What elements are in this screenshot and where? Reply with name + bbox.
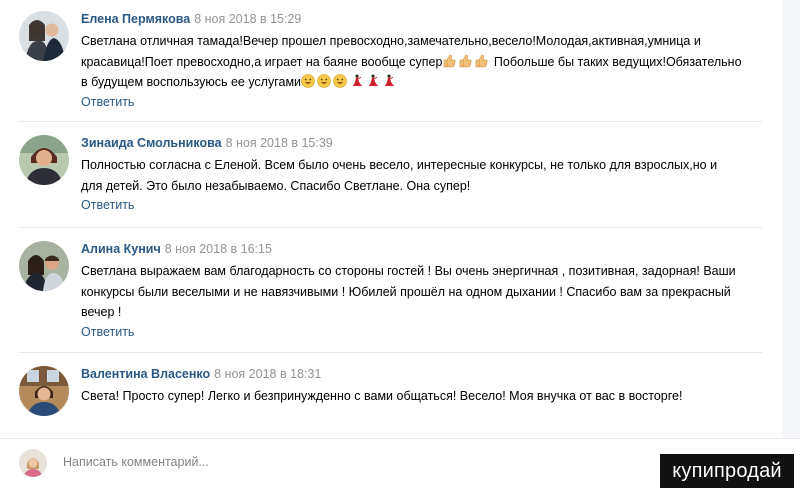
thumbs-up-icon [474, 54, 488, 68]
reply-button[interactable]: Ответить [81, 198, 134, 212]
scrollbar[interactable] [782, 0, 800, 438]
avatar[interactable] [19, 241, 69, 291]
comment-date[interactable]: 8 ноя 2018 в 15:29 [194, 12, 301, 26]
author-name[interactable]: Зинаида Смольникова [81, 136, 222, 150]
comment-body: Валентина Власенко 8 ноя 2018 в 18:31 Све… [81, 366, 762, 407]
author-name[interactable]: Валентина Власенко [81, 367, 210, 381]
avatar[interactable] [19, 11, 69, 61]
comment-header: Алина Кунич 8 ноя 2018 в 16:15 [81, 241, 762, 257]
thumbs-up-icon [442, 54, 456, 68]
comment-text-line: для детей. Это было незабываемо. Спасибо… [81, 178, 471, 193]
grin-smiley-icon [301, 74, 315, 88]
dancer-icon [381, 74, 395, 88]
author-name[interactable]: Алина Кунич [81, 242, 161, 256]
comment-text: Света! Просто супер! Легко и безпринужде… [81, 386, 762, 407]
comment-header: Валентина Власенко 8 ноя 2018 в 18:31 [81, 366, 762, 382]
comment-text: Светлана выражаем вам благодарность со с… [81, 261, 762, 323]
reply-button[interactable]: Ответить [81, 325, 134, 339]
comment: Алина Кунич 8 ноя 2018 в 16:15 Светлана в… [0, 228, 782, 351]
comment-text-line: конкурсы были веселыми и не навязчивыми … [81, 284, 731, 299]
current-user-avatar [19, 449, 47, 477]
comment: Елена Пермякова 8 ноя 2018 в 15:29 Светла… [0, 0, 782, 120]
comment-body: Елена Пермякова 8 ноя 2018 в 15:29 Светла… [81, 11, 762, 111]
comments-feed: Елена Пермякова 8 ноя 2018 в 15:29 Светла… [0, 0, 782, 438]
watermark-logo: купипродай [660, 454, 794, 488]
comment-body: Зинаида Смольникова 8 ноя 2018 в 15:39 По… [81, 135, 762, 214]
comment-header: Елена Пермякова 8 ноя 2018 в 15:29 [81, 11, 762, 27]
comment-text-line: вечер ! [81, 305, 122, 319]
comment-text-line: в будущем воспользуюсь ее услугами [81, 75, 302, 89]
avatar[interactable] [19, 135, 69, 185]
comment-text: Светлана отличная тамада!Вечер прошел пр… [81, 31, 762, 93]
author-name[interactable]: Елена Пермякова [81, 12, 190, 26]
comment-date[interactable]: 8 ноя 2018 в 16:15 [165, 242, 272, 256]
avatar[interactable] [19, 366, 69, 416]
comment-body: Алина Кунич 8 ноя 2018 в 16:15 Светлана в… [81, 241, 762, 341]
grin-smiley-icon [317, 74, 331, 88]
comment-text-line: Побольше бы таких ведущих!Обязательно [490, 54, 742, 69]
comment: Зинаида Смольникова 8 ноя 2018 в 15:39 По… [0, 122, 782, 227]
comment-header: Зинаида Смольникова 8 ноя 2018 в 15:39 [81, 135, 762, 151]
comment-date[interactable]: 8 ноя 2018 в 18:31 [214, 367, 321, 381]
dancer-icon [349, 74, 363, 88]
thumbs-up-icon [458, 54, 472, 68]
comment-text-line: Светлана выражаем вам благодарность со с… [81, 264, 736, 278]
comment-date[interactable]: 8 ноя 2018 в 15:39 [226, 136, 333, 150]
reply-button[interactable]: Ответить [81, 95, 134, 109]
dancer-icon [365, 74, 379, 88]
comment-text: Полностью согласна с Еленой. Всем было о… [81, 155, 762, 196]
comment: Валентина Власенко 8 ноя 2018 в 18:31 Све… [0, 353, 782, 438]
comment-text-line: красавица!Поет превосходно,а играет на б… [81, 54, 443, 69]
comment-text-line: Полностью согласна с Еленой. Всем было о… [81, 158, 718, 172]
comment-input[interactable]: Написать комментарий... [63, 455, 209, 469]
grin-smiley-icon [333, 74, 347, 88]
comment-text-line: Света! Просто супер! Легко и безпринужде… [81, 389, 683, 403]
comment-text-line: Светлана отличная тамада!Вечер прошел пр… [81, 34, 701, 48]
